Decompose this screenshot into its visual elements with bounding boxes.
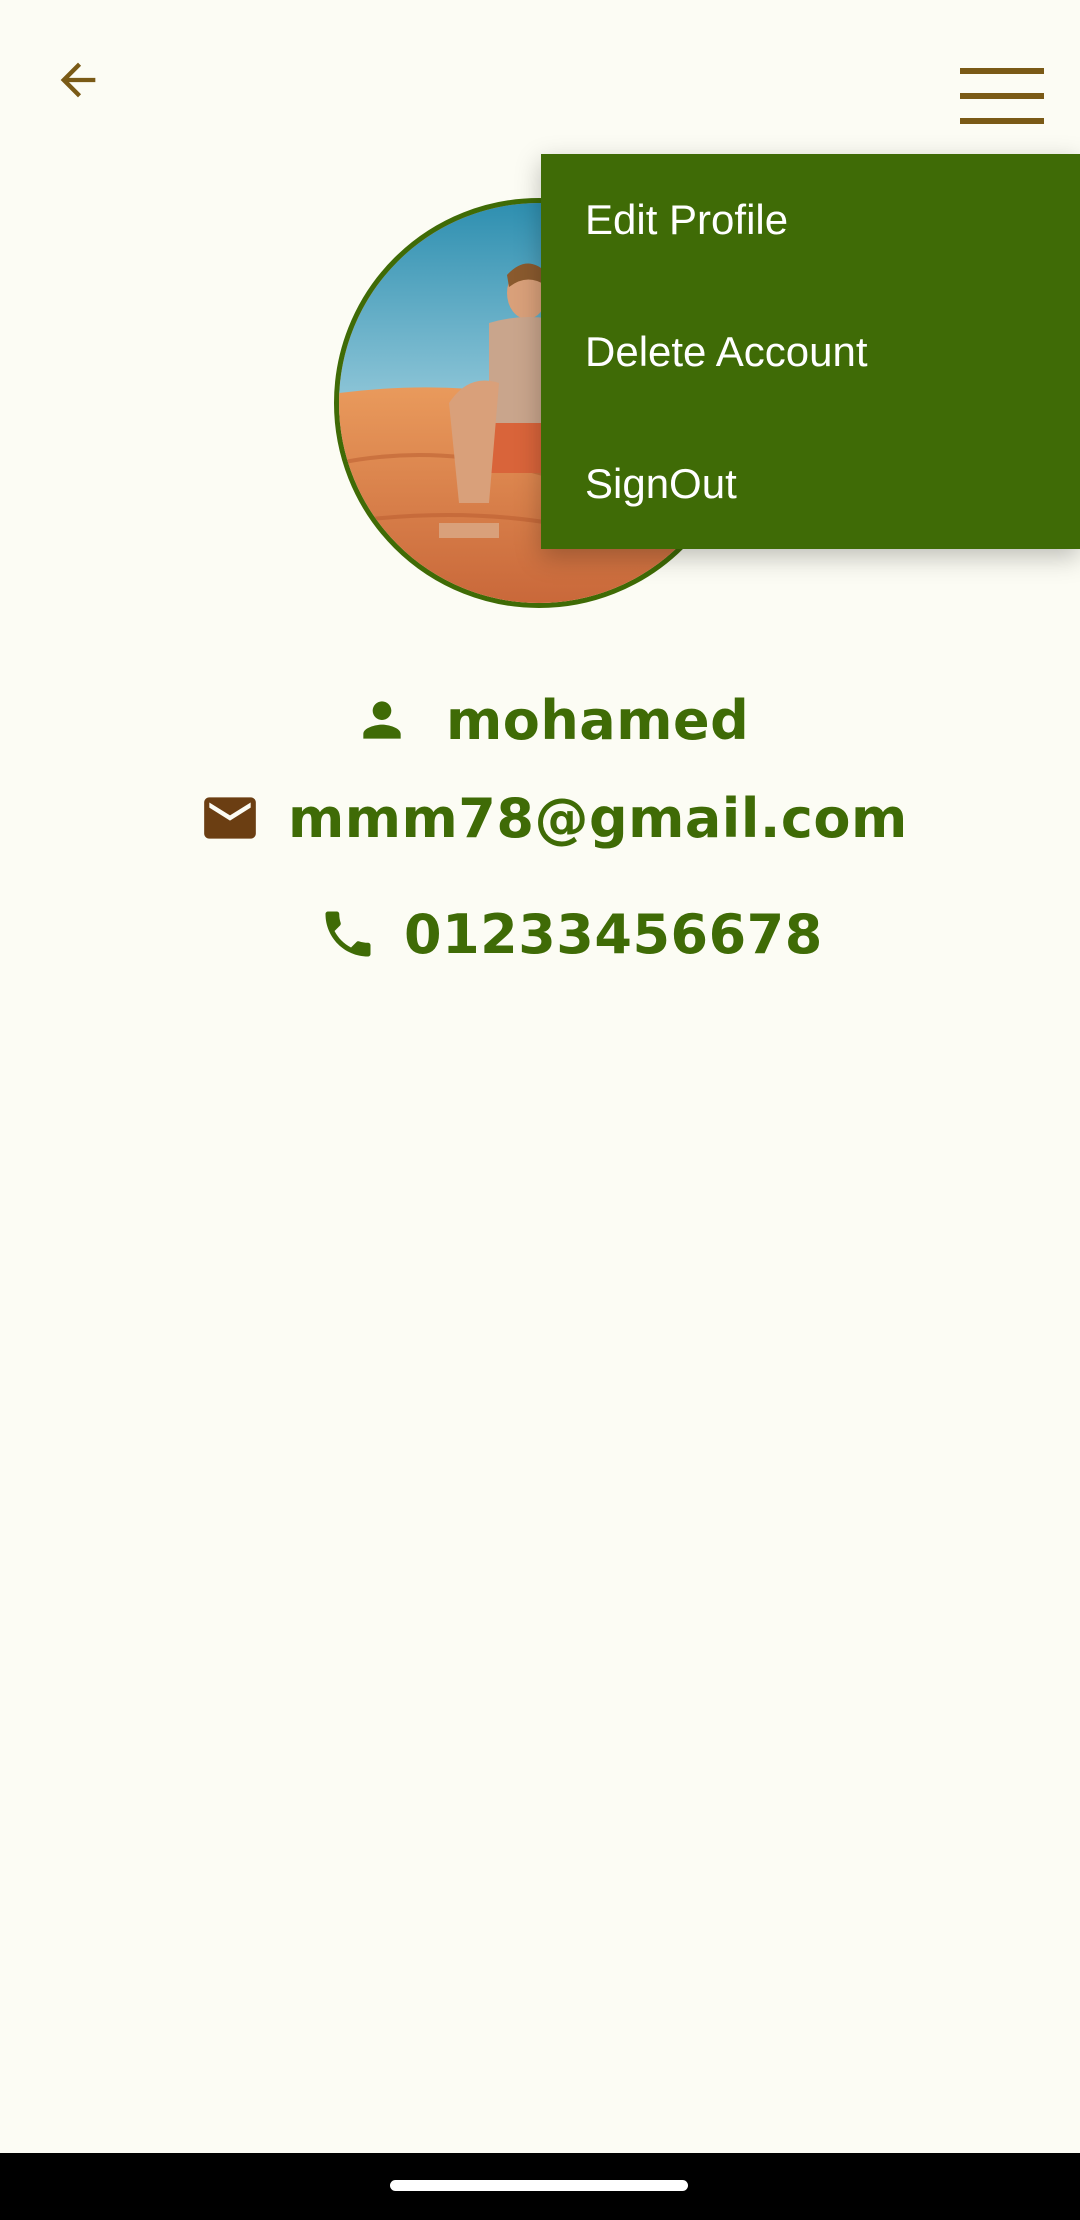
email-row: mmm78@gmail.com [198,778,908,858]
name-row: mohamed [352,682,749,758]
person-icon [352,690,412,750]
menu-button[interactable] [952,58,1052,138]
back-button[interactable] [40,44,116,120]
options-dropdown-menu: Edit Profile Delete Account SignOut [541,154,1080,549]
user-phone: 01233456678 [404,902,823,966]
menu-item-signout[interactable]: SignOut [541,418,1080,550]
user-email: mmm78@gmail.com [288,786,908,850]
phone-icon [318,901,378,967]
mail-icon [198,788,262,848]
menu-item-edit-profile[interactable]: Edit Profile [541,154,1080,286]
hamburger-menu-icon [960,66,1044,130]
arrow-back-icon [52,54,104,110]
home-indicator[interactable] [390,2180,688,2191]
phone-row: 01233456678 [318,892,823,976]
menu-item-delete-account[interactable]: Delete Account [541,286,1080,418]
user-name: mohamed [446,688,750,752]
